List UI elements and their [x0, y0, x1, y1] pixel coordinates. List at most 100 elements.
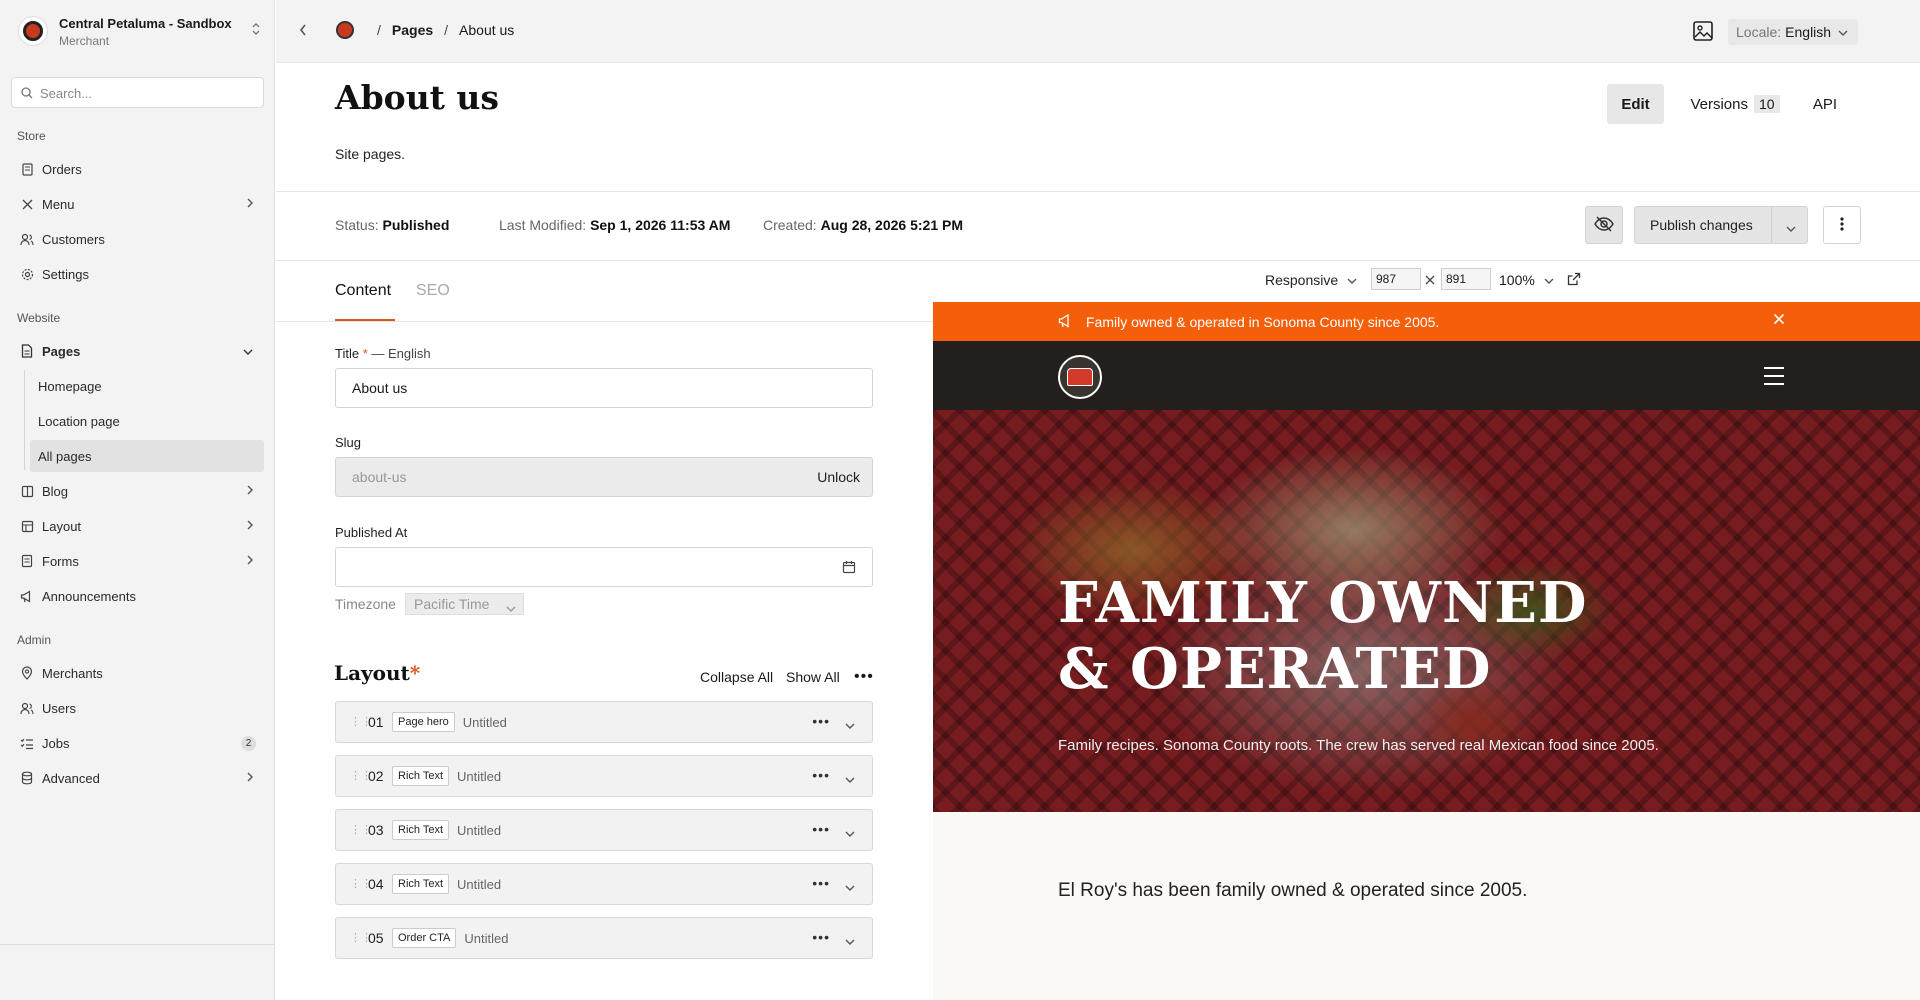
layout-block-row[interactable]: ⋮⋮ 04 Rich Text Untitled ••• — [335, 863, 873, 905]
viewport-mode-select[interactable]: Responsive — [1265, 272, 1358, 288]
home-logo-icon[interactable] — [336, 21, 354, 39]
sidebar-item-menu[interactable]: Menu — [11, 188, 264, 220]
sidebar-item-pages[interactable]: Pages — [11, 335, 264, 367]
tab-api[interactable]: API — [1800, 84, 1850, 124]
site-logo[interactable] — [1058, 355, 1102, 399]
published-at-label: Published At — [335, 525, 408, 540]
button-split-divider — [1771, 207, 1772, 243]
tab-versions-label: Versions — [1690, 95, 1748, 113]
database-icon — [17, 771, 37, 785]
hamburger-menu-icon[interactable] — [1764, 367, 1784, 391]
users-icon — [17, 702, 37, 715]
preview-width-input[interactable]: 987 — [1371, 268, 1421, 290]
block-number: 02 — [368, 768, 384, 784]
chevron-right-icon — [246, 484, 254, 499]
chevron-down-icon[interactable] — [1785, 220, 1797, 236]
map-pin-icon — [17, 666, 37, 680]
sidebar-item-orders[interactable]: Orders — [11, 153, 264, 185]
hero-title-line: FAMILY OWNED — [1058, 570, 1588, 636]
layout-block-row[interactable]: ⋮⋮ 05 Order CTA Untitled ••• — [335, 917, 873, 959]
more-horizontal-icon[interactable]: ••• — [812, 767, 830, 783]
sidebar-item-merchants[interactable]: Merchants — [11, 657, 264, 689]
slug-input[interactable]: about-us Unlock — [335, 457, 873, 497]
locale-value: English — [1785, 24, 1832, 40]
sidebar-item-label: Blog — [42, 483, 69, 499]
external-link-icon[interactable] — [1567, 272, 1581, 289]
sidebar-subitem-homepage[interactable]: Homepage — [30, 370, 264, 402]
tabs-divider — [276, 321, 933, 322]
tab-content[interactable]: Content — [335, 282, 391, 300]
tab-edit[interactable]: Edit — [1607, 84, 1664, 124]
drag-handle-icon[interactable]: ⋮⋮ — [350, 824, 372, 835]
chevron-up-down-icon[interactable] — [251, 22, 261, 37]
publish-changes-button[interactable]: Publish changes — [1634, 206, 1808, 244]
sidebar-subitem-all-pages[interactable]: All pages — [30, 440, 264, 472]
chevron-down-icon[interactable] — [844, 717, 856, 733]
title-label-text: Title — [335, 346, 360, 361]
calendar-icon[interactable] — [842, 560, 856, 577]
title-input[interactable]: About us — [335, 368, 873, 408]
toggle-preview-button[interactable] — [1585, 206, 1623, 244]
sidebar-item-label: Jobs — [42, 735, 70, 751]
tab-seo[interactable]: SEO — [416, 282, 450, 300]
sidebar-item-blog[interactable]: Blog — [11, 475, 264, 507]
tab-versions[interactable]: Versions 10 — [1680, 84, 1790, 124]
workspace-switcher[interactable]: Central Petaluma - Sandbox Merchant — [18, 14, 263, 50]
collapse-all-button[interactable]: Collapse All — [700, 669, 773, 685]
published-at-input[interactable] — [335, 547, 873, 587]
chevron-down-icon — [505, 600, 517, 616]
search-input[interactable] — [40, 84, 255, 102]
sidebar-item-layout[interactable]: Layout — [11, 510, 264, 542]
layout-block-row[interactable]: ⋮⋮ 03 Rich Text Untitled ••• — [335, 809, 873, 851]
drag-handle-icon[interactable]: ⋮⋮ — [350, 716, 372, 727]
more-horizontal-icon[interactable]: ••• — [854, 668, 874, 686]
chevron-down-icon[interactable] — [844, 771, 856, 787]
show-all-button[interactable]: Show All — [786, 669, 840, 685]
more-horizontal-icon[interactable]: ••• — [812, 875, 830, 891]
timezone-select[interactable]: Pacific Time — [405, 593, 524, 615]
back-arrow-icon[interactable] — [298, 22, 308, 41]
megaphone-icon — [17, 589, 37, 603]
chevron-down-icon — [242, 344, 254, 359]
breadcrumb-pages[interactable]: Pages — [392, 22, 433, 38]
slug-field-label: Slug — [335, 435, 362, 450]
close-icon[interactable] — [1773, 312, 1785, 330]
unlock-slug-button[interactable]: Unlock — [817, 469, 860, 485]
chevron-down-icon[interactable] — [844, 825, 856, 841]
more-actions-button[interactable] — [1823, 206, 1861, 244]
list-checks-icon — [17, 737, 37, 750]
chevron-down-icon[interactable] — [844, 879, 856, 895]
drag-handle-icon[interactable]: ⋮⋮ — [350, 932, 372, 943]
more-horizontal-icon[interactable]: ••• — [812, 821, 830, 837]
zoom-select[interactable]: 100% — [1499, 272, 1555, 288]
sidebar-item-customers[interactable]: Customers — [11, 223, 264, 255]
sidebar-item-advanced[interactable]: Advanced — [11, 762, 264, 794]
drag-handle-icon[interactable]: ⋮⋮ — [350, 878, 372, 889]
layout-block-row[interactable]: ⋮⋮ 02 Rich Text Untitled ••• — [335, 755, 873, 797]
status-info: Status: Published — [335, 217, 449, 233]
sidebar-item-jobs[interactable]: Jobs 2 — [11, 727, 264, 759]
more-horizontal-icon[interactable]: ••• — [812, 713, 830, 729]
layout-heading-text: Layout — [334, 661, 410, 685]
sidebar-item-forms[interactable]: Forms — [11, 545, 264, 577]
sidebar-subitem-location-page[interactable]: Location page — [30, 405, 264, 437]
announcement-text: Family owned & operated in Sonoma County… — [1086, 314, 1440, 330]
more-horizontal-icon[interactable]: ••• — [812, 929, 830, 945]
preview-height-input[interactable]: 891 — [1441, 268, 1491, 290]
website-section-label: Website — [17, 311, 61, 325]
viewport-mode-value: Responsive — [1265, 272, 1339, 288]
drag-handle-icon[interactable]: ⋮⋮ — [350, 770, 372, 781]
merchant-logo — [18, 16, 48, 46]
layout-block-row[interactable]: ⋮⋮ 01 Page hero Untitled ••• — [335, 701, 873, 743]
search-box[interactable] — [11, 77, 264, 108]
sidebar-item-settings[interactable]: Settings — [11, 258, 264, 290]
timezone-label: Timezone — [335, 596, 396, 612]
workspace-role: Merchant — [59, 34, 110, 48]
sidebar-item-label: Customers — [42, 231, 105, 247]
sidebar-item-announcements[interactable]: Announcements — [11, 580, 264, 612]
locale-select[interactable]: Locale: English — [1728, 19, 1858, 45]
image-icon[interactable] — [1692, 20, 1714, 45]
block-title: Untitled — [457, 822, 502, 838]
sidebar-item-users[interactable]: Users — [11, 692, 264, 724]
chevron-down-icon[interactable] — [844, 933, 856, 949]
